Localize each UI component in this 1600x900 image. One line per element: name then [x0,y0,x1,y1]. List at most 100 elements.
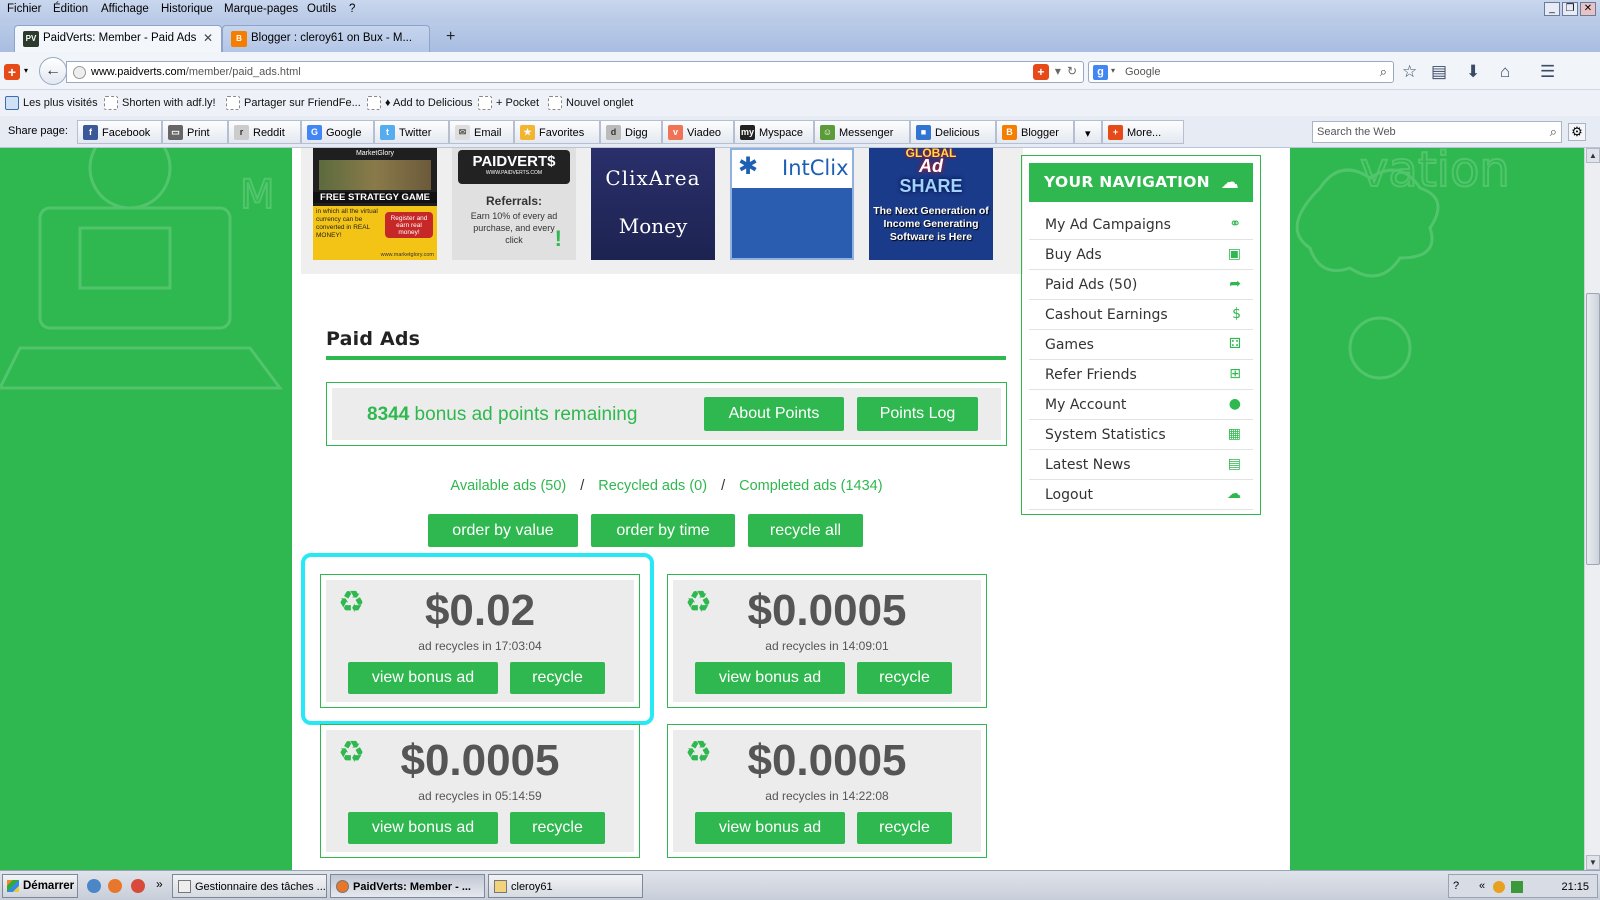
points-log-button[interactable]: Points Log [857,397,978,431]
share-google-button[interactable]: G Google [301,120,374,144]
task-firefox-paidverts[interactable]: PaidVerts: Member - ... [330,874,485,898]
view-bonus-ad-button[interactable]: view bonus ad [348,662,498,694]
reload-icon[interactable]: ↻ [1067,64,1077,80]
view-bonus-ad-button[interactable]: view bonus ad [348,812,498,844]
menu-affichage[interactable]: Affichage [101,3,149,15]
search-icon[interactable]: ⌕ [1380,64,1387,80]
scroll-up-icon[interactable]: ▲ [1586,148,1600,163]
bookmark-friendfeed[interactable]: Partager sur FriendFe... [226,96,361,110]
recycle-button[interactable]: recycle [510,812,605,844]
restore-icon[interactable]: ❐ [1562,2,1578,16]
recycle-button[interactable]: recycle [857,812,952,844]
share-twitter-button[interactable]: t Twitter [374,120,449,144]
ie-icon[interactable] [87,879,101,893]
nav-item-refer-friends[interactable]: Refer Friends ⊞ [1029,360,1253,390]
menu-help[interactable]: ? [349,3,355,15]
nav-item-paid-ads[interactable]: Paid Ads (50) ➦ [1029,270,1253,300]
task-folder-cleroy61[interactable]: cleroy61 [488,874,643,898]
nav-item-my-ad-campaigns[interactable]: My Ad Campaigns ⚭ [1029,210,1253,240]
nav-item-games[interactable]: Games ⚃ [1029,330,1253,360]
recycled-ads-link[interactable]: Recycled ads (0) [598,478,707,494]
adblock-dropdown-icon[interactable]: ▾ [24,66,28,75]
nav-item-latest-news[interactable]: Latest News ▤ [1029,450,1253,480]
tab-blogger[interactable]: B Blogger : cleroy61 on Bux - M... [222,25,430,52]
minimize-icon[interactable]: _ [1544,2,1560,16]
firefox-icon[interactable] [108,879,122,893]
quicklaunch-overflow-icon[interactable]: » [156,877,163,891]
home-icon[interactable]: ⌂ [1500,62,1510,82]
engine-dropdown-icon[interactable]: ▾ [1111,66,1115,75]
bookmark-adfly[interactable]: Shorten with adf.ly! [104,96,216,110]
site-identity-icon[interactable] [73,66,86,79]
scrollbar-thumb[interactable] [1586,293,1600,565]
view-bonus-ad-button[interactable]: view bonus ad [695,662,845,694]
menu-historique[interactable]: Historique [161,3,213,15]
available-ads-link[interactable]: Available ads (50) [450,478,566,494]
menu-marque-pages[interactable]: Marque-pages [224,3,298,15]
about-points-button[interactable]: About Points [704,397,844,431]
banner-intclix[interactable]: ✱ IntClix [730,148,854,260]
share-more-button[interactable]: + More... [1102,120,1184,144]
scroll-down-icon[interactable]: ▼ [1586,855,1600,870]
banner-marketglory[interactable]: MarketGlory FREE STRATEGY GAME in which … [313,148,437,260]
bookmark-pocket[interactable]: + Pocket [478,96,539,110]
banner-clixarea[interactable]: ClixArea Money [591,148,715,260]
share-print-button[interactable]: ▭ Print [162,120,228,144]
menu-outils[interactable]: Outils [307,3,336,15]
search-icon[interactable]: ⌕ [1550,124,1557,140]
gear-icon[interactable]: ⚙ [1568,123,1586,141]
share-delicious-button[interactable]: ■ Delicious [910,120,996,144]
menu-edition[interactable]: Édition [53,3,88,15]
search-bar[interactable]: g ▾ Google ⌕ [1088,61,1394,83]
order-by-time-button[interactable]: order by time [591,514,735,547]
recycle-all-button[interactable]: recycle all [748,514,863,547]
nav-item-logout[interactable]: Logout ☁ [1029,480,1253,510]
menu-hamburger-icon[interactable]: ☰ [1540,62,1555,82]
tab-close-icon[interactable]: ✕ [203,31,213,45]
bookmarks-menu-icon[interactable]: ▤ [1431,62,1447,82]
close-icon[interactable]: ✕ [1580,2,1596,16]
completed-ads-link[interactable]: Completed ads (1434) [739,478,882,494]
recycle-button[interactable]: recycle [510,662,605,694]
tray-expand-icon[interactable]: « [1479,880,1485,892]
help-icon[interactable]: ? [1453,880,1459,892]
nav-item-system-statistics[interactable]: System Statistics ▦ [1029,420,1253,450]
web-search-input[interactable]: Search the Web ⌕ [1312,121,1562,143]
adblock-url-icon[interactable]: + [1032,64,1049,80]
share-messenger-button[interactable]: ☺ Messenger [814,120,910,144]
share-email-button[interactable]: ✉ Email [449,120,514,144]
menu-fichier[interactable]: Fichier [7,3,42,15]
downloads-icon[interactable]: ⬇ [1466,62,1480,82]
tab-paidverts[interactable]: PV PaidVerts: Member - Paid Ads ✕ [14,25,222,52]
share-dropdown-button[interactable]: ▾ [1074,120,1102,144]
order-by-value-button[interactable]: order by value [428,514,578,547]
bookmark-star-icon[interactable]: ☆ [1402,62,1417,82]
nav-item-cashout-earnings[interactable]: Cashout Earnings $ [1029,300,1253,330]
share-facebook-button[interactable]: f Facebook [77,120,162,144]
share-digg-button[interactable]: d Digg [600,120,662,144]
start-button[interactable]: Démarrer [2,874,78,898]
share-myspace-button[interactable]: my Myspace [734,120,814,144]
banner-globaladshare[interactable]: GLOBAL Ad SHARE The Next Generation of I… [869,148,993,260]
task-task-manager[interactable]: Gestionnaire des tâches ... [172,874,327,898]
bookmark-new-tab[interactable]: Nouvel onglet [548,96,633,110]
share-viadeo-button[interactable]: v Viadeo [662,120,734,144]
tray-app-icon[interactable] [1493,881,1505,893]
back-button[interactable]: ← [39,57,67,85]
view-bonus-ad-button[interactable]: view bonus ad [695,812,845,844]
nav-item-buy-ads[interactable]: Buy Ads ▣ [1029,240,1253,270]
banner-paidverts[interactable]: PAIDVERT$ WWW.PAIDVERTS.COM Referrals: Ea… [452,148,576,260]
nav-item-my-account[interactable]: My Account ● [1029,390,1253,420]
recycle-button[interactable]: recycle [857,662,952,694]
new-tab-button[interactable]: + [446,28,455,46]
share-blogger-button[interactable]: B Blogger [996,120,1074,144]
google-icon[interactable]: g [1093,65,1108,80]
bookmark-most-visited[interactable]: Les plus visités [5,96,98,110]
adblock-plus-icon[interactable]: + [4,64,20,80]
url-dropdown-icon[interactable]: ▾ [1055,64,1061,80]
vertical-scrollbar[interactable]: ▲ ▼ [1584,148,1600,870]
opera-icon[interactable] [131,879,145,893]
network-icon[interactable] [1511,881,1523,893]
url-bar[interactable]: www.paidverts.com/member/paid_ads.html +… [66,61,1084,83]
share-favorites-button[interactable]: ★ Favorites [514,120,600,144]
